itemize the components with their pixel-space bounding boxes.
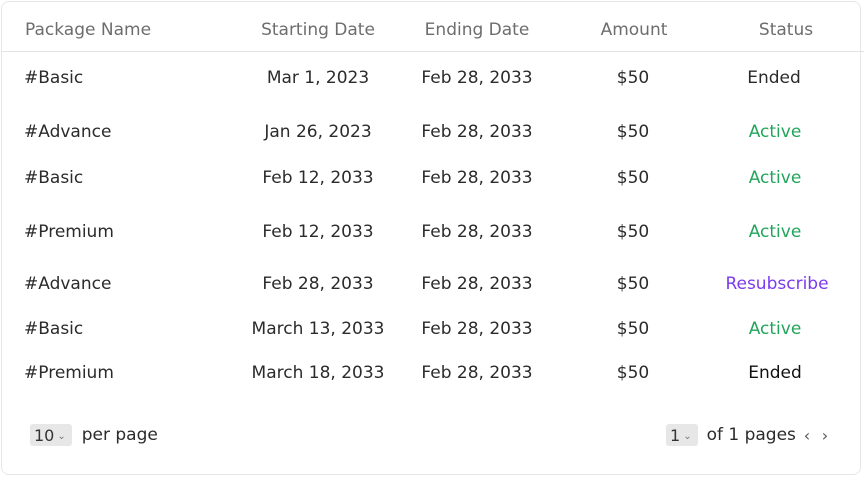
package-name-cell: #Advance — [24, 122, 112, 142]
starting-date-cell: Feb 12, 2033 — [262, 222, 374, 242]
header-status[interactable]: Status — [759, 20, 813, 40]
header-ending-date[interactable]: Ending Date — [425, 20, 530, 40]
page-select[interactable]: 1 ⌄ — [666, 424, 698, 446]
status-cell: Active — [748, 222, 802, 242]
status-cell: Active — [748, 168, 802, 188]
pages-label: of 1 pages — [706, 425, 796, 445]
amount-cell: $50 — [616, 319, 650, 339]
chevron-down-icon: ⌄ — [683, 430, 692, 442]
table-header: Package Name Starting Date Ending Date A… — [2, 2, 864, 52]
package-name-cell: #Premium — [24, 222, 114, 242]
ending-date-cell: Feb 28, 2033 — [421, 168, 533, 188]
per-page-select[interactable]: 10 ⌄ — [30, 424, 72, 446]
amount-cell: $50 — [616, 122, 650, 142]
package-name-cell: #Basic — [24, 68, 84, 88]
ending-date-cell: Feb 28, 2033 — [421, 68, 533, 88]
per-page-control: 10 ⌄ per page — [30, 424, 158, 446]
starting-date-cell: Mar 1, 2023 — [266, 68, 370, 88]
chevron-right-icon[interactable]: › — [818, 426, 832, 445]
header-starting-date[interactable]: Starting Date — [261, 20, 375, 40]
amount-cell: $50 — [616, 68, 650, 88]
status-cell: Active — [748, 122, 802, 142]
amount-cell: $50 — [616, 274, 650, 294]
header-amount[interactable]: Amount — [601, 20, 668, 40]
ending-date-cell: Feb 28, 2033 — [421, 122, 533, 142]
starting-date-cell: Feb 12, 2033 — [262, 168, 374, 188]
status-cell: Active — [748, 319, 802, 339]
status-cell: Ended — [747, 68, 801, 88]
current-page-value: 1 — [670, 425, 681, 445]
ending-date-cell: Feb 28, 2033 — [421, 363, 533, 383]
package-name-cell: #Basic — [24, 319, 84, 339]
ending-date-cell: Feb 28, 2033 — [421, 222, 533, 242]
header-package-name[interactable]: Package Name — [25, 20, 151, 40]
package-name-cell: #Advance — [24, 274, 112, 294]
ending-date-cell: Feb 28, 2033 — [421, 319, 533, 339]
chevron-down-icon: ⌄ — [57, 430, 66, 442]
pagination: 1 ⌄ of 1 pages ‹ › — [666, 424, 832, 446]
resubscribe-link[interactable]: Resubscribe — [725, 274, 828, 294]
per-page-label: per page — [81, 425, 158, 445]
subscriptions-table-card: Package Name Starting Date Ending Date A… — [1, 1, 864, 475]
starting-date-cell: Jan 26, 2023 — [264, 122, 372, 142]
amount-cell: $50 — [616, 363, 650, 383]
package-name-cell: #Premium — [24, 363, 114, 383]
package-name-cell: #Basic — [24, 168, 84, 188]
starting-date-cell: March 18, 2033 — [251, 363, 385, 383]
starting-date-cell: Feb 28, 2033 — [262, 274, 374, 294]
status-cell: Ended — [748, 363, 802, 383]
amount-cell: $50 — [616, 168, 650, 188]
starting-date-cell: March 13, 2033 — [251, 319, 385, 339]
amount-cell: $50 — [616, 222, 650, 242]
per-page-value: 10 — [34, 425, 55, 445]
chevron-left-icon[interactable]: ‹ — [800, 426, 814, 445]
ending-date-cell: Feb 28, 2033 — [421, 274, 533, 294]
